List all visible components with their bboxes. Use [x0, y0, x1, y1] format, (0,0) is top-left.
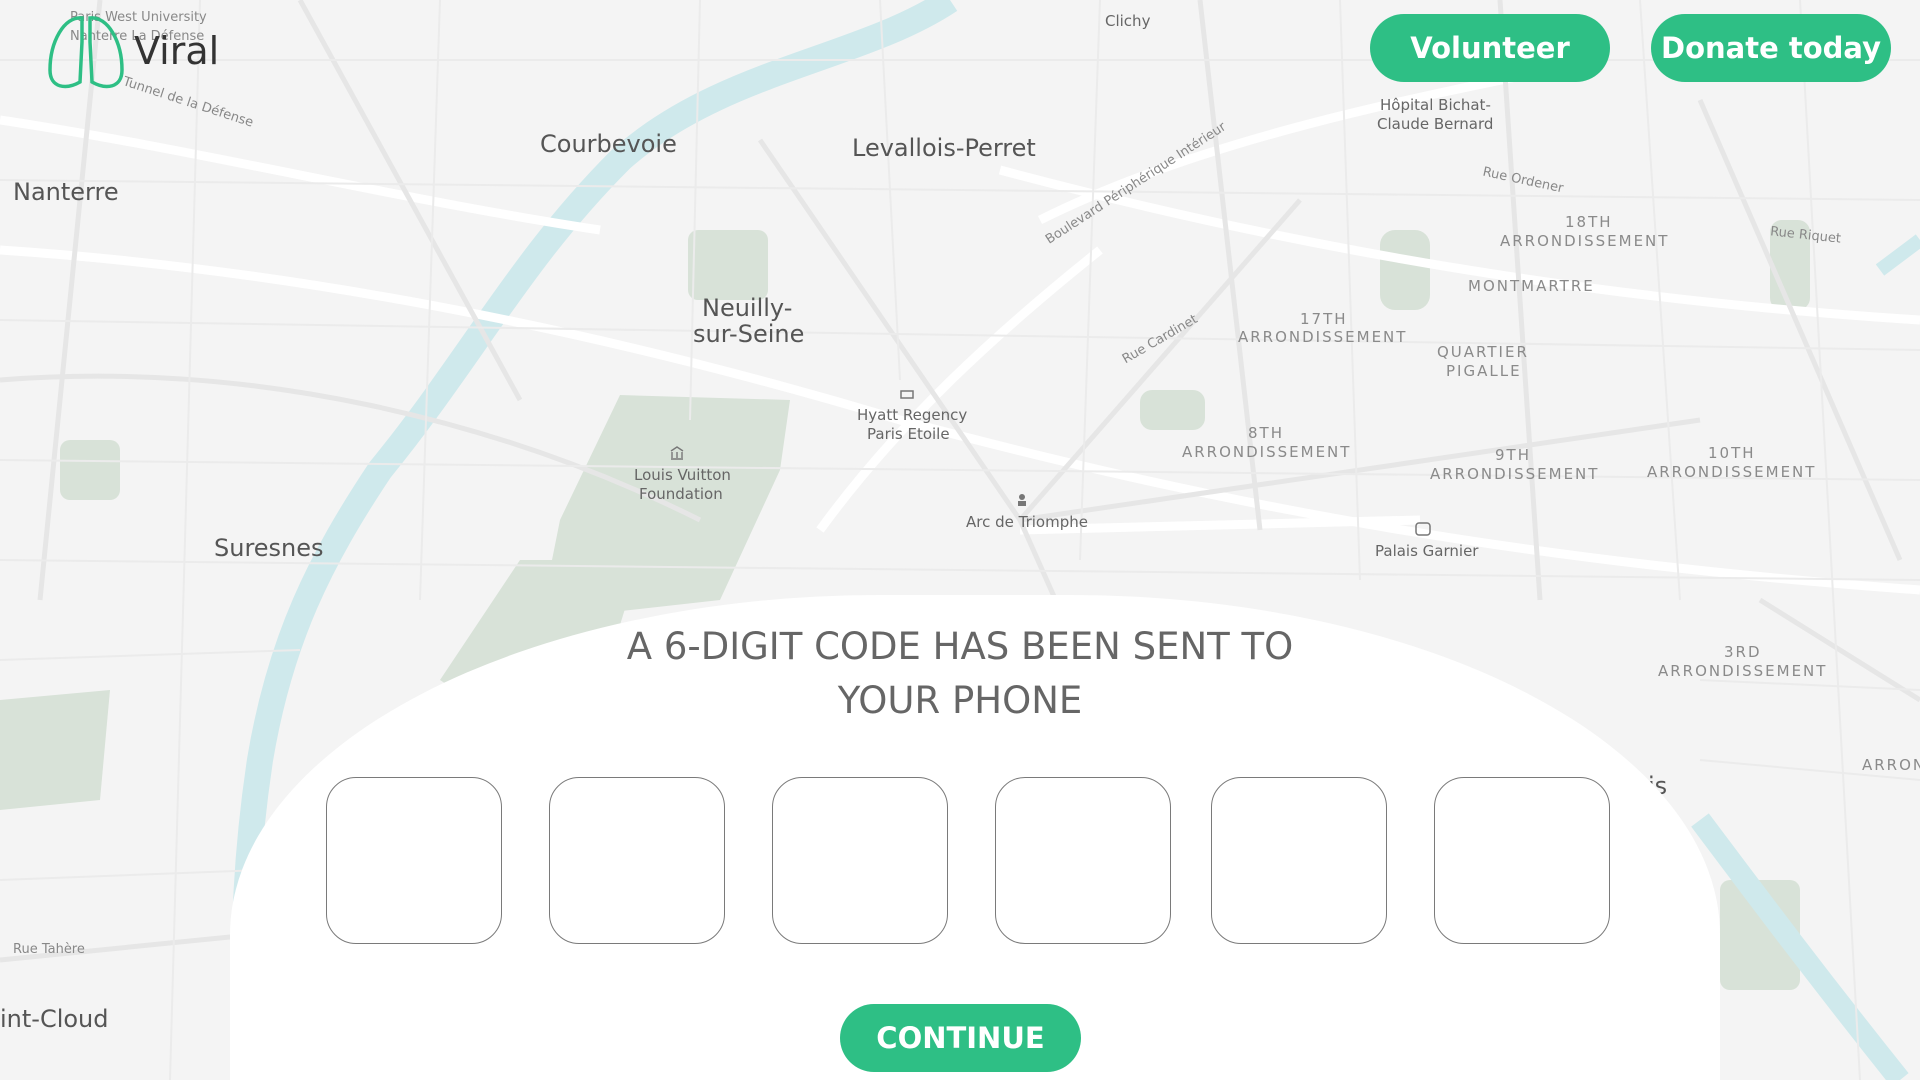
map-district-label: 17TH [1300, 310, 1348, 328]
map-city-label: Neuilly- [702, 294, 793, 322]
museum-icon [670, 446, 684, 460]
map-poi-label: Hyatt Regency [857, 406, 968, 424]
heading-line: A 6-DIGIT CODE HAS BEEN SENT TO [626, 625, 1294, 668]
map-district-label: ARRONDISSEMENT [1647, 463, 1817, 481]
map-district-label: QUARTIER [1437, 343, 1529, 361]
map-poi-label: Arc de Triomphe [966, 513, 1088, 531]
map-district-label: 9TH [1495, 446, 1531, 464]
code-digit-input-1[interactable] [326, 777, 502, 944]
theater-icon [1415, 522, 1431, 536]
code-digit-input-3[interactable] [772, 777, 948, 944]
verification-heading: A 6-DIGIT CODE HAS BEEN SENT TO YOUR PHO… [560, 620, 1360, 728]
heading-line: YOUR PHONE [837, 679, 1083, 722]
map-district-label: 10TH [1708, 444, 1756, 462]
code-digit-input-2[interactable] [549, 777, 725, 944]
map-city-label: sur-Seine [693, 320, 805, 348]
map-district-label: PIGALLE [1446, 362, 1522, 380]
map-poi-label: Foundation [639, 485, 723, 503]
hotel-icon [900, 390, 914, 399]
map-district-label: ARRON [1862, 756, 1920, 774]
map-city-label: int-Cloud [0, 1005, 109, 1033]
map-city-label: Levallois-Perret [852, 134, 1036, 162]
map-district-label: ARRONDISSEMENT [1430, 465, 1600, 483]
monument-icon [1018, 494, 1026, 506]
map-poi-label: Louis Vuitton [634, 466, 731, 484]
continue-button[interactable]: CONTINUE [840, 1004, 1081, 1072]
map-street-label: Rue Tahère [13, 942, 85, 957]
volunteer-button[interactable]: Volunteer [1370, 14, 1610, 82]
map-poi-label: Palais Garnier [1375, 542, 1479, 560]
map-poi-label: Hôpital Bichat- [1380, 96, 1491, 114]
logo-text: Viral [134, 29, 220, 73]
map-poi-label: Claude Bernard [1377, 115, 1494, 133]
map-city-label: Suresnes [214, 534, 324, 562]
map-district-label: MONTMARTRE [1468, 277, 1595, 295]
code-digit-input-4[interactable] [995, 777, 1171, 944]
map-district-label: 3RD [1724, 643, 1762, 661]
donate-button[interactable]: Donate today [1651, 14, 1891, 82]
map-district-label: ARRONDISSEMENT [1658, 662, 1828, 680]
lungs-icon [48, 16, 124, 89]
map-poi-label: Clichy [1105, 12, 1151, 30]
code-digit-input-6[interactable] [1434, 777, 1610, 944]
map-district-label: 8TH [1248, 424, 1284, 442]
map-district-label: ARRONDISSEMENT [1500, 232, 1670, 250]
map-district-label: ARRONDISSEMENT [1182, 443, 1352, 461]
code-digit-input-5[interactable] [1211, 777, 1387, 944]
map-poi-label: Paris Etoile [867, 425, 950, 443]
map-city-label: Courbevoie [540, 130, 677, 158]
logo[interactable]: Viral [46, 12, 236, 90]
map-district-label: 18TH [1565, 213, 1613, 231]
map-district-label: ARRONDISSEMENT [1238, 328, 1408, 346]
map-city-label: Nanterre [13, 178, 119, 206]
